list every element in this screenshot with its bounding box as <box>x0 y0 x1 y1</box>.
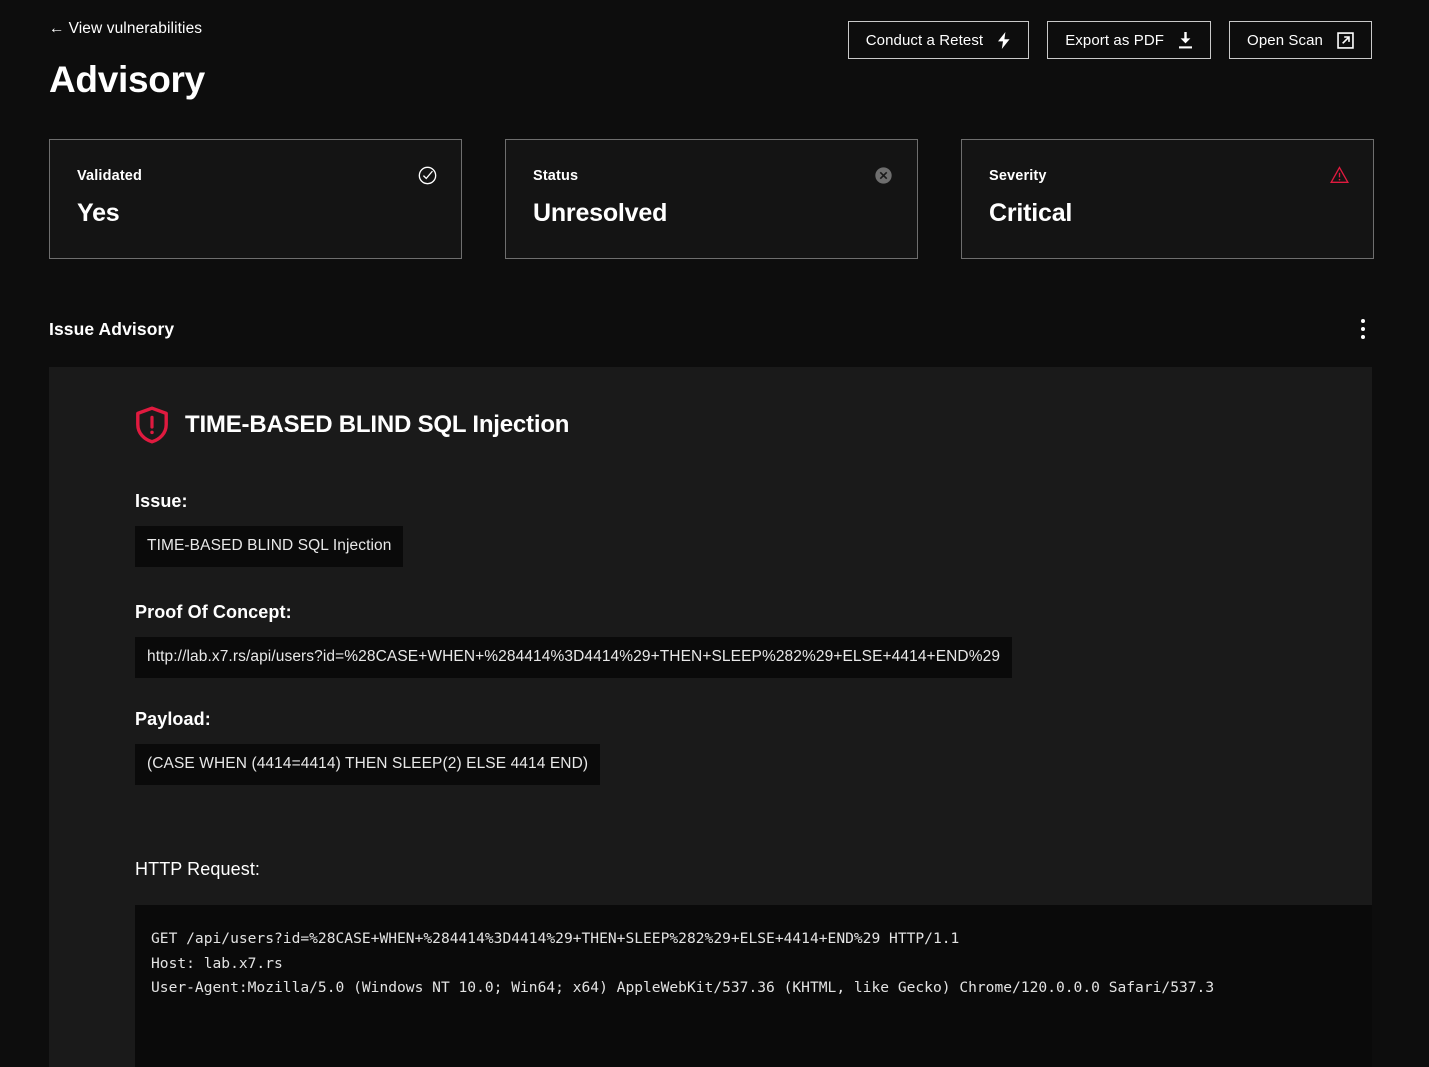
x-circle-icon <box>874 166 893 185</box>
card-label-severity: Severity <box>989 168 1047 184</box>
back-link-label: View vulnerabilities <box>68 20 203 37</box>
issue-header: TIME-BASED BLIND SQL Injection <box>135 406 1336 444</box>
export-as-pdf-label: Export as PDF <box>1065 31 1165 49</box>
issue-title: TIME-BASED BLIND SQL Injection <box>185 411 570 438</box>
payload-value: (CASE WHEN (4414=4414) THEN SLEEP(2) ELS… <box>135 744 601 785</box>
external-link-icon <box>1337 31 1354 49</box>
open-scan-label: Open Scan <box>1247 31 1323 49</box>
field-proof-of-concept: Proof Of Concept: http://lab.x7.rs/api/u… <box>135 602 1336 678</box>
download-icon <box>1179 31 1193 48</box>
summary-card-severity: Severity Critical <box>961 139 1374 259</box>
kebab-menu-icon[interactable] <box>1350 312 1376 346</box>
card-label-validated: Validated <box>77 168 143 184</box>
field-payload: Payload: (CASE WHEN (4414=4414) THEN SLE… <box>135 709 1336 785</box>
card-value-validated: Yes <box>77 199 120 227</box>
field-issue: Issue: TIME-BASED BLIND SQL Injection <box>135 491 1336 567</box>
http-request-block: GET /api/users?id=%28CASE+WHEN+%284414%3… <box>135 905 1372 1067</box>
page-title: Advisory <box>49 59 205 100</box>
summary-cards: Validated Yes Status Unresolved Severity… <box>49 139 1374 259</box>
http-request-value: GET /api/users?id=%28CASE+WHEN+%284414%3… <box>151 930 1215 996</box>
top-bar: ← View vulnerabilities Conduct a Retest E… <box>0 0 1429 62</box>
payload-label: Payload: <box>135 709 211 729</box>
http-request-label: HTTP Request: <box>135 859 261 879</box>
conduct-retest-label: Conduct a Retest <box>865 31 984 49</box>
top-actions: Conduct a Retest Export as PDF Open Scan <box>847 21 1372 59</box>
open-scan-button[interactable]: Open Scan <box>1229 21 1372 59</box>
summary-card-status: Status Unresolved <box>505 139 918 259</box>
shield-alert-icon <box>136 406 168 444</box>
proof-of-concept-value: http://lab.x7.rs/api/users?id=%28CASE+WH… <box>135 637 1013 678</box>
summary-card-validated: Validated Yes <box>49 139 462 259</box>
lightning-bolt-icon <box>998 31 1010 49</box>
card-value-severity: Critical <box>989 199 1073 227</box>
card-label-status: Status <box>533 168 579 184</box>
proof-of-concept-label: Proof Of Concept: <box>135 602 292 622</box>
advisory-panel: TIME-BASED BLIND SQL Injection Issue: TI… <box>49 367 1372 1067</box>
conduct-retest-button[interactable]: Conduct a Retest <box>847 21 1030 59</box>
back-to-vulnerabilities-link[interactable]: ← View vulnerabilities <box>49 20 202 38</box>
issue-advisory-section-header: Issue Advisory <box>49 312 1380 346</box>
back-arrow-icon: ← <box>49 20 65 37</box>
warning-triangle-icon <box>1330 166 1349 184</box>
section-title: Issue Advisory <box>49 318 175 339</box>
check-circle-icon <box>418 166 437 185</box>
issue-value: TIME-BASED BLIND SQL Injection <box>135 526 404 567</box>
field-http-request: HTTP Request: <box>135 859 1336 880</box>
issue-label: Issue: <box>135 491 188 511</box>
export-as-pdf-button[interactable]: Export as PDF <box>1047 21 1212 59</box>
card-value-status: Unresolved <box>533 199 668 227</box>
